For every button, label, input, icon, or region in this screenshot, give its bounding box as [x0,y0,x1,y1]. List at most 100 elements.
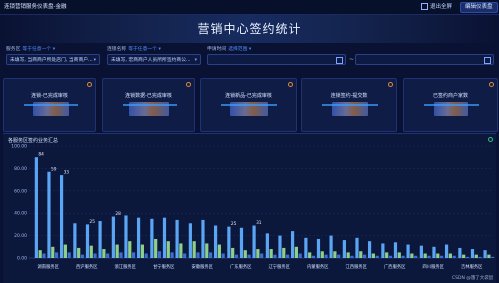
calendar-icon [484,57,491,64]
chart-bar [401,255,405,258]
info-icon[interactable] [489,82,494,87]
kpi-title: 连锁数据-已完成审核 [125,93,172,99]
top-bar: 连锁营销服务仪表盘-金融 退出全屏 编辑仪表盘 [0,0,499,15]
chart-bar [474,254,478,258]
end-date-input[interactable] [355,54,494,65]
service-area-filter-label: 服务区 等于任意一个 ▾ [6,47,56,52]
start-date-input[interactable] [207,54,346,65]
chart-panel: 各服务区签约业务汇总 0.00 20.00 40.00 60.00 80.00 100.0… [3,133,496,283]
kpi-title: 连锁签约-提交数 [330,93,368,99]
chart-bar [316,238,321,258]
chart-bar [458,247,462,258]
kpi-underline [221,104,277,106]
chart-bar [346,252,350,258]
info-icon[interactable] [388,82,393,87]
chart-bar [432,246,436,258]
chart-bar [487,254,491,258]
chart-bar [239,227,244,258]
chart-bar [478,256,482,258]
chart-bar [162,217,167,258]
chart-bar [278,235,282,258]
chart-bar [324,254,328,258]
chart-bar [166,241,170,258]
chart-bar [375,255,379,258]
x-tick-label: 甘宁服务区 [153,263,175,270]
chart-bar [59,175,64,258]
chevron-down-icon: ▾ [93,58,96,63]
chart-bar [294,246,298,258]
service-area-select[interactable]: 未填写, 当商商户所处店门, 当商商户... ▾ [6,54,100,65]
chart-bar [414,255,418,258]
date-range-separator: ~ [349,56,355,63]
chart-bar [85,224,90,258]
chart-bar [183,253,187,258]
exit-fullscreen-button[interactable]: 退出全屏 [421,0,452,14]
chart-bar [290,231,295,258]
chart-bar [252,225,256,258]
chart-bar [89,245,93,258]
kpi-card: 连锁新品-已完成审核 [200,78,297,132]
chart-bar [491,256,495,258]
kpi-underline [24,104,78,106]
info-icon[interactable] [288,82,293,87]
dashboard-title: 连锁营销服务仪表盘-金融 [4,4,67,10]
chart-bar [77,247,81,258]
chart-bar [355,237,359,258]
chart-bar [93,253,97,258]
edit-dashboard-button[interactable]: 编辑仪表盘 [460,2,498,13]
exit-fullscreen-label: 退出全屏 [430,4,453,10]
chart-bar [201,219,205,258]
filter-bar: 服务区 等于任意一个 ▾ 未填写, 当商商户所处店门, 当商商户... ▾ 连锁名称… [0,44,499,74]
x-tick-label: 辽宁服务区 [269,263,291,270]
fullscreen-exit-icon [421,3,428,10]
kpi-underline [322,104,378,106]
chart-bar [350,255,354,258]
chart-bar [106,253,110,258]
x-tick-label: 吉林服务区 [461,263,483,270]
chart-bar [304,237,308,258]
info-icon[interactable] [186,82,191,87]
y-tick-label: 0.00 [17,256,27,262]
chart-bar [308,252,312,258]
data-label: 31 [256,220,262,226]
branch-name-scope-dropdown[interactable]: 等于任意一个 ▾ [128,47,161,52]
chart-bar [227,226,231,258]
x-tick-label: 广东服务区 [230,263,252,270]
page-title: 营销中心签约统计 [197,22,302,36]
service-area-scope-dropdown[interactable]: 等于任意一个 ▾ [22,47,55,52]
chart-bar [273,254,277,258]
x-tick-label: 四川服务区 [423,263,445,270]
chart-bar [175,219,179,258]
chart-bar [47,171,51,258]
info-icon[interactable] [87,82,92,87]
chart-bar [260,253,264,258]
x-tick-label: 西沪服务区 [76,263,98,270]
chart-bar [192,241,196,258]
chart-bar [73,223,77,258]
data-label: 33 [64,170,70,176]
chart-bar [213,225,218,258]
chart-bar [320,251,324,258]
apply-time-scope-dropdown[interactable]: 选择范围 ▾ [228,47,251,52]
chart-bar [154,238,158,258]
chart-bar [80,254,85,258]
branch-name-value: 未填写, 宏商商户人员所所签约商公... [111,58,191,63]
watermark: CSDN @饿了大袋鼠 [452,276,494,281]
y-tick-label: 40.00 [14,211,27,217]
chart-bar [406,244,410,258]
chart-bar [119,252,123,258]
chart-bar [231,247,235,258]
x-tick-label: 安徽服务区 [192,263,214,270]
chart-bar [397,252,401,258]
chart-bar [265,233,269,258]
chart-bar [444,244,449,258]
chart-bar [371,253,375,258]
chevron-down-icon: ▾ [194,58,197,63]
chart-bar [67,252,71,258]
kpi-underline [424,104,479,106]
branch-name-select[interactable]: 未填写, 宏商商户人员所所签约商公... ▾ [107,54,201,65]
kpi-title: 已签约商户家数 [432,93,468,99]
kpi-title: 连锁新品-已完成审核 [225,93,272,99]
chart-bar [188,223,192,258]
chart-bar [144,253,148,258]
